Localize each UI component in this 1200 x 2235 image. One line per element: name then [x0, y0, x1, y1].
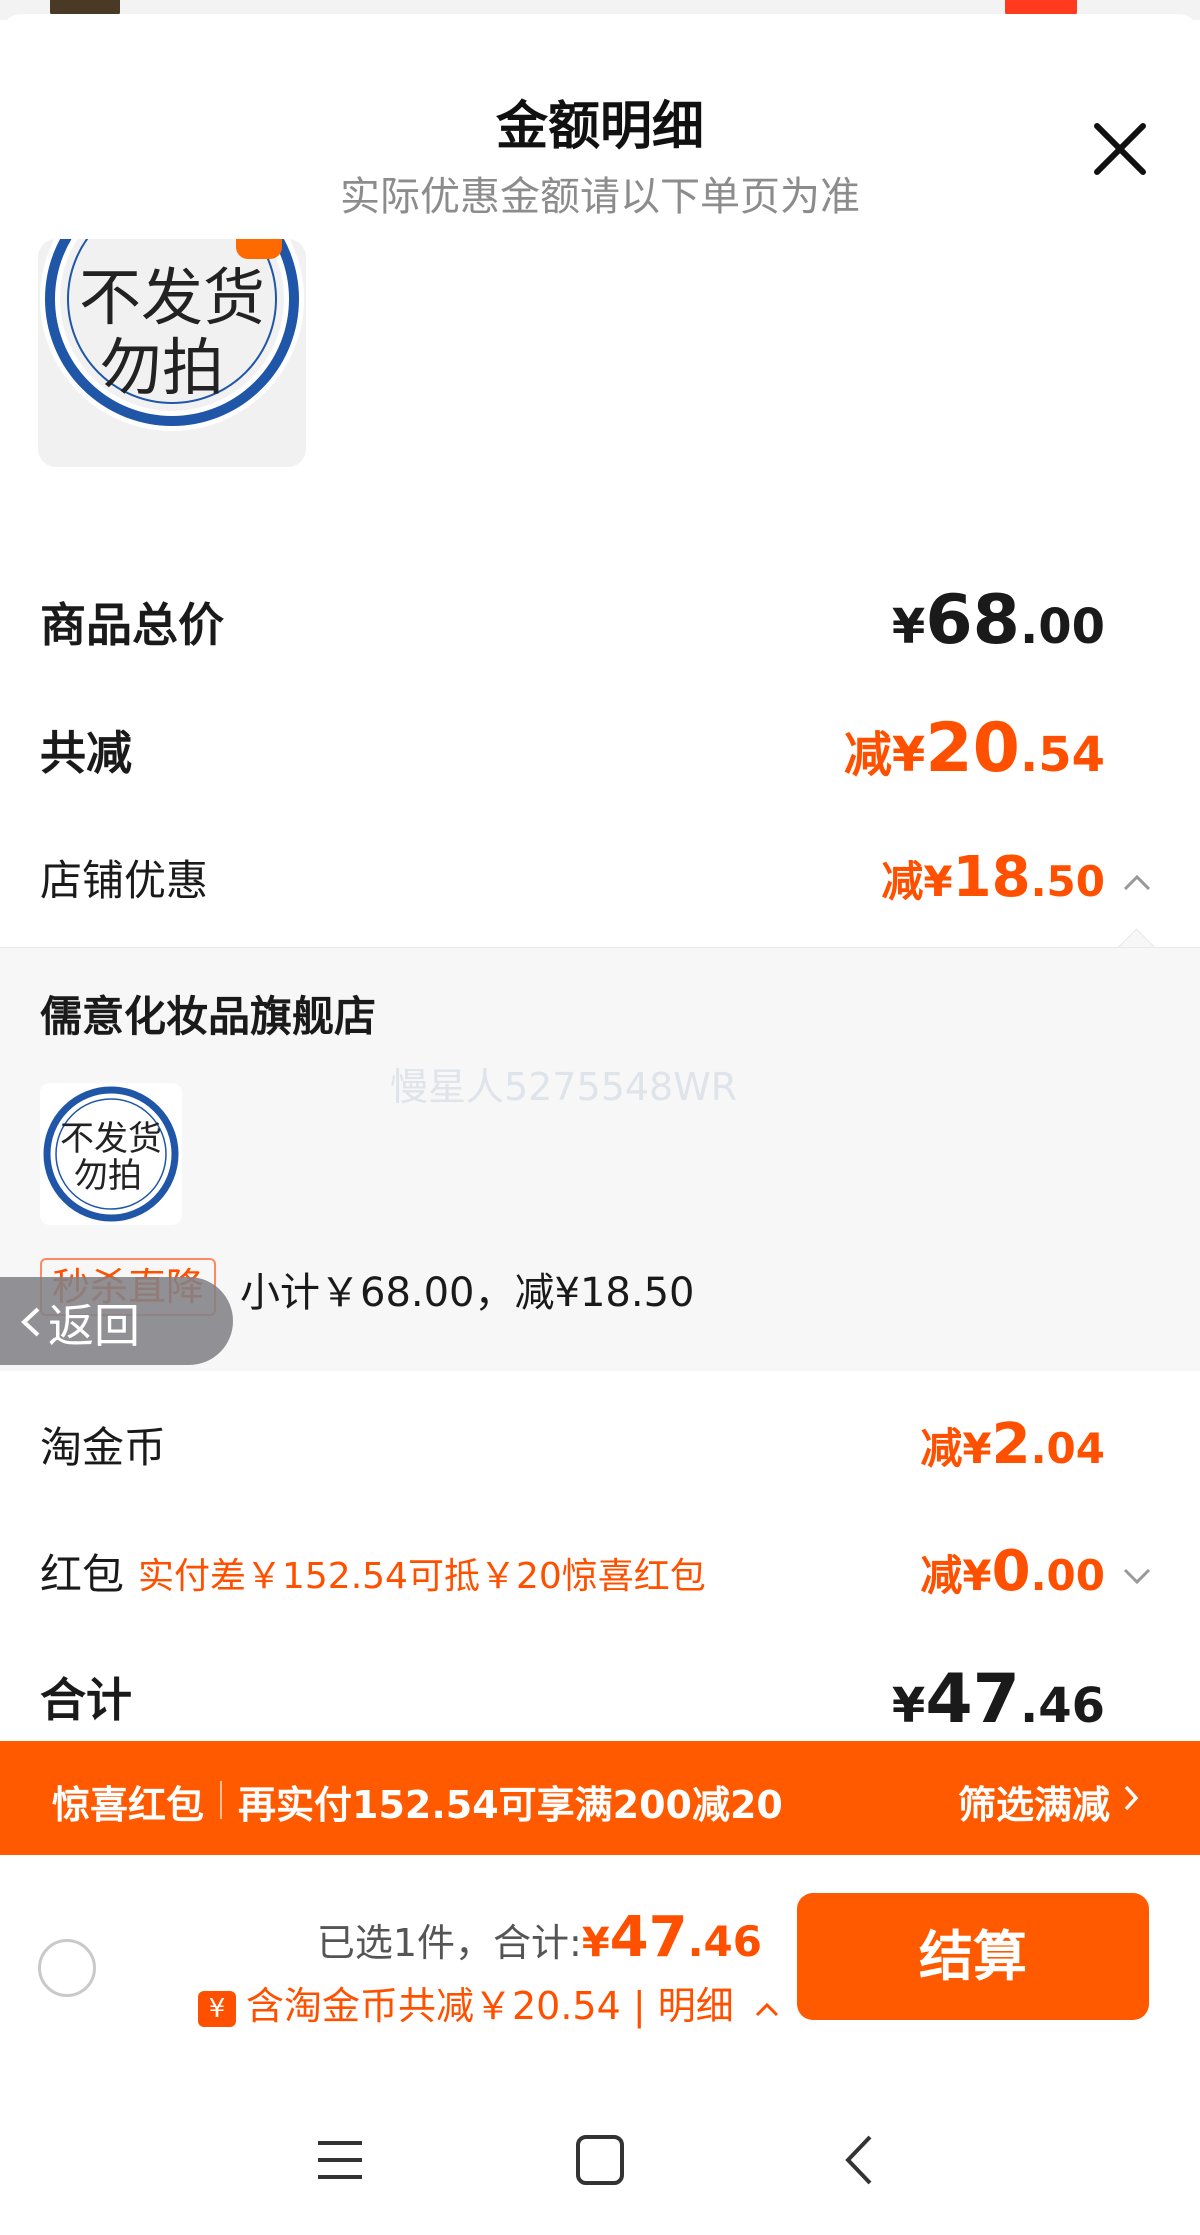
- home-nav-button[interactable]: [560, 2125, 640, 2195]
- hongbao-value: 减¥0.00: [920, 1539, 1105, 1604]
- product-corner-badge: [236, 239, 282, 259]
- close-icon: [1094, 123, 1146, 175]
- chevron-left-icon: [21, 1307, 40, 1337]
- close-button[interactable]: [1085, 114, 1155, 184]
- chevron-up-small-icon: [755, 2002, 778, 2016]
- stamp-image: 不发货 勿拍: [40, 239, 304, 431]
- chevron-right-icon[interactable]: [1122, 1784, 1140, 1812]
- stamp-image-small: 不发货 勿拍: [43, 1086, 179, 1222]
- stamp-line-1: 不发货: [79, 261, 265, 334]
- coins-value: 减¥2.04: [920, 1412, 1105, 1477]
- coin-discount-text: 含淘金币共减￥20.54 | 明细: [246, 1984, 734, 2028]
- hongbao-hint: 实付差￥152.54可抵￥20惊喜红包: [138, 1556, 706, 1597]
- selected-count-text: 已选1件，合计:: [316, 1921, 582, 1965]
- coin-icon: ¥: [198, 1990, 236, 2027]
- select-all-checkbox[interactable]: [38, 1939, 96, 1997]
- total-price-value: ¥68.00: [891, 581, 1105, 660]
- home-square-icon: [576, 2135, 624, 2185]
- small-stamp-line-1: 不发货: [60, 1119, 162, 1159]
- sheet-subtitle: 实际优惠金额请以下单页为准: [340, 174, 860, 220]
- chevron-down-icon[interactable]: [1122, 1566, 1152, 1586]
- store-subtotal: 小计￥68.00，减¥18.50: [240, 1270, 695, 1316]
- total-discount-value: 减¥20.54: [843, 709, 1105, 788]
- menu-nav-button[interactable]: [300, 2125, 380, 2195]
- selected-summary: 已选1件，合计:¥47.46: [316, 1905, 762, 1970]
- total-discount-label: 共减: [40, 726, 132, 780]
- back-nav-button[interactable]: [820, 2125, 900, 2195]
- store-product-image: 不发货 勿拍: [40, 1083, 182, 1225]
- menu-icon: [318, 2141, 362, 2179]
- surprise-hongbao-bar: 惊喜红包 再实付152.54可享满200减20 筛选满减: [0, 1741, 1200, 1855]
- sheet-title: 金额明细: [495, 97, 704, 157]
- store-name: 儒意化妆品旗舰店: [40, 992, 377, 1041]
- watermark: 慢星人5275548WR: [390, 1065, 738, 1109]
- store-discount-label: 店铺优惠: [40, 856, 209, 905]
- promo-divider: [220, 1781, 222, 1819]
- small-stamp-line-2: 勿拍: [74, 1156, 142, 1196]
- checkout-button[interactable]: 结算: [797, 1893, 1149, 2020]
- grand-total-label: 合计: [40, 1673, 132, 1727]
- total-price-label: 商品总价: [40, 598, 224, 652]
- hongbao-label: 红包: [40, 1550, 125, 1599]
- stamp-line-2: 勿拍: [100, 331, 224, 404]
- coins-label: 淘金币: [40, 1423, 167, 1472]
- back-button[interactable]: 返回: [0, 1277, 233, 1365]
- filter-discount-link[interactable]: 筛选满减: [958, 1774, 1110, 1829]
- coin-discount-detail-link[interactable]: ¥ 含淘金币共减￥20.54 | 明细: [198, 1975, 780, 2030]
- chevron-up-icon[interactable]: [1122, 872, 1152, 892]
- back-label: 返回: [48, 1299, 140, 1353]
- store-discount-value: 减¥18.50: [881, 845, 1105, 910]
- product-thumbnail: 不发货 勿拍: [38, 239, 306, 467]
- back-triangle-icon: [845, 2135, 872, 2185]
- grand-total-value: ¥47.46: [891, 1660, 1105, 1739]
- promo-title: 惊喜红包: [52, 1783, 205, 1827]
- promo-text: 再实付152.54可享满200减20: [238, 1783, 783, 1827]
- system-nav-bar: [0, 2080, 1200, 2235]
